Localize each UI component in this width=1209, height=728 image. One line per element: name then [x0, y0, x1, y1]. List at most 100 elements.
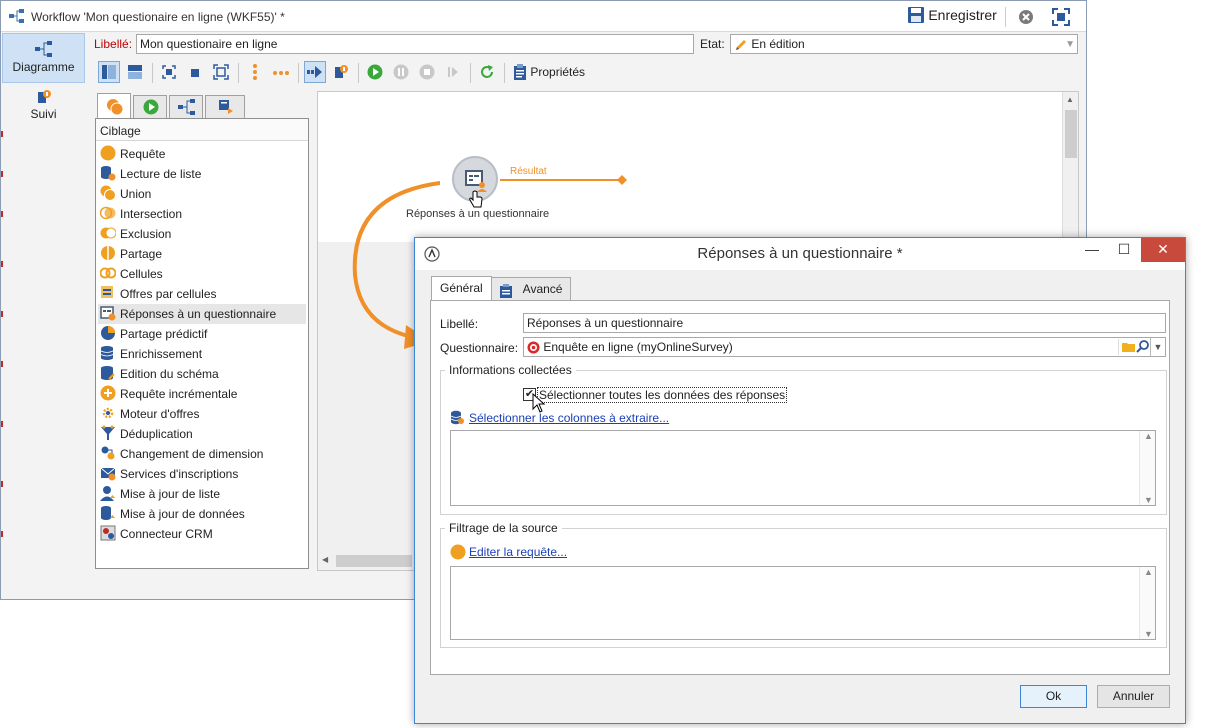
refresh-button[interactable] — [476, 61, 498, 83]
targeting-icon — [107, 99, 124, 116]
columns-textarea[interactable]: ▲ ▼ — [450, 430, 1156, 506]
palette-item[interactable]: Connecteur CRM — [98, 524, 306, 544]
scroll-thumb[interactable] — [336, 555, 412, 567]
logs-button[interactable] — [330, 61, 352, 83]
palette-item[interactable]: Moteur d'offres — [98, 404, 306, 424]
select-columns-link[interactable]: Sélectionner les colonnes à extraire... — [469, 411, 669, 425]
chevron-down-icon[interactable]: ▼ — [1065, 37, 1075, 52]
survey-target-icon — [527, 341, 540, 354]
read-list-icon — [100, 165, 116, 181]
folder-icon[interactable] — [1118, 339, 1135, 355]
tab-flow-control[interactable] — [133, 95, 167, 118]
state-select[interactable]: En édition ▼ — [730, 34, 1078, 54]
step-forward-icon — [448, 67, 458, 77]
palette-item-label: Services d'inscriptions — [120, 467, 239, 481]
vertical-align-button[interactable] — [244, 61, 266, 83]
incremental-query-icon — [100, 385, 116, 401]
palette-item[interactable]: Cellules — [98, 264, 306, 284]
stop-button[interactable] — [416, 61, 438, 83]
palette-item[interactable]: Mise à jour de liste — [98, 484, 306, 504]
zoom-reset-button[interactable] — [184, 61, 206, 83]
palette-item-label: Offres par cellules — [120, 287, 217, 301]
scroll-up-icon[interactable]: ▲ — [1144, 567, 1153, 577]
palette-item[interactable]: Partage prédictif — [98, 324, 306, 344]
stop-icon — [419, 64, 435, 80]
chevron-down-icon[interactable]: ▼ — [1150, 338, 1165, 356]
scroll-down-icon[interactable]: ▼ — [1144, 629, 1153, 639]
palette-item[interactable]: Services d'inscriptions — [98, 464, 306, 484]
nav-tracking[interactable]: Suivi — [2, 87, 85, 127]
maximize-icon[interactable] — [1052, 8, 1070, 26]
state-caption: Etat: — [700, 37, 725, 51]
tab-advanced[interactable]: Avancé — [491, 277, 572, 301]
palette-item[interactable]: Intersection — [98, 204, 306, 224]
properties-button[interactable]: Propriétés — [513, 64, 585, 82]
zoom-in-button[interactable] — [210, 61, 232, 83]
minimize-icon[interactable]: — — [1077, 238, 1107, 262]
transition-end-diamond[interactable] — [616, 174, 628, 186]
palette-item[interactable]: Changement de dimension — [98, 444, 306, 464]
zoom-fit-button[interactable] — [158, 61, 180, 83]
horizontal-align-button[interactable] — [270, 61, 292, 83]
toolbar-separator — [358, 63, 359, 83]
edit-query-link[interactable]: Editer la requête... — [469, 545, 567, 559]
label-input[interactable]: Mon questionaire en ligne — [136, 34, 694, 54]
palette-item[interactable]: Lecture de liste — [98, 164, 306, 184]
scroll-down-icon[interactable]: ▼ — [1144, 495, 1153, 505]
query-textarea[interactable]: ▲ ▼ — [450, 566, 1156, 640]
scroll-thumb[interactable] — [1065, 110, 1077, 158]
scroll-up-icon[interactable]: ▲ — [1066, 95, 1074, 104]
tab-general-label: Général — [440, 281, 483, 295]
pause-button[interactable] — [390, 61, 412, 83]
palette-item-label: Intersection — [120, 207, 183, 221]
zoom-expand-icon — [213, 64, 229, 80]
questionnaire-input[interactable]: Enquête en ligne (myOnlineSurvey) ▼ — [523, 337, 1166, 357]
palette-item[interactable]: Enrichissement — [98, 344, 306, 364]
title-separator — [1005, 7, 1006, 27]
deduplication-icon — [100, 425, 116, 441]
tab-actions[interactable] — [169, 95, 203, 118]
palette-item[interactable]: Union — [98, 184, 306, 204]
ok-button[interactable]: Ok — [1020, 685, 1087, 708]
layout-vertical-button[interactable] — [98, 61, 120, 83]
transitions-button[interactable] — [304, 61, 326, 83]
palette-item[interactable]: Partage — [98, 244, 306, 264]
layout-horizontal-button[interactable] — [124, 61, 146, 83]
textarea-scrollbar[interactable]: ▲ ▼ — [1139, 567, 1155, 639]
save-button[interactable]: Enregistrer — [907, 6, 997, 28]
tab-events[interactable] — [205, 95, 245, 118]
palette-item[interactable]: Offres par cellules — [98, 284, 306, 304]
palette-item[interactable]: Edition du schéma — [98, 364, 306, 384]
enrichment-icon — [100, 345, 116, 361]
scroll-left-icon[interactable]: ◀ — [322, 555, 328, 564]
scroll-up-icon[interactable]: ▲ — [1144, 431, 1153, 441]
canvas-horizontal-scrollbar[interactable]: ◀ — [318, 552, 418, 570]
offer-engine-icon — [100, 405, 116, 421]
palette-header: Ciblage — [96, 119, 308, 141]
palette-item[interactable]: Requête incrémentale — [98, 384, 306, 404]
dots-horizontal-icon — [273, 71, 289, 75]
palette-item[interactable]: Requête — [98, 144, 306, 164]
tab-targeting[interactable] — [97, 93, 131, 118]
select-all-label[interactable]: Sélectionner toutes les données des répo… — [537, 387, 788, 403]
step-button[interactable] — [442, 61, 464, 83]
activity-palette: Ciblage Requête Lecture de liste Union Inte… — [95, 118, 309, 569]
activity-label-input[interactable]: Réponses à un questionnaire — [523, 313, 1166, 333]
tab-general[interactable]: Général — [431, 276, 492, 302]
search-icon[interactable] — [1135, 339, 1151, 355]
start-button[interactable] — [364, 61, 386, 83]
palette-item[interactable]: Exclusion — [98, 224, 306, 244]
window-title-bar: Workflow 'Mon questionaire en ligne (WKF… — [1, 1, 1086, 32]
palette-item-label: Enrichissement — [120, 347, 203, 361]
questionnaire-caption: Questionnaire: — [440, 341, 519, 355]
palette-item[interactable]: Réponses à un questionnaire — [98, 304, 306, 324]
nav-diagram[interactable]: Diagramme — [2, 33, 85, 83]
maximize-window-icon[interactable]: ☐ — [1109, 238, 1139, 262]
close-icon[interactable]: ✕ — [1141, 238, 1185, 262]
close-circle-icon[interactable] — [1018, 9, 1034, 25]
label-caption: Libellé: — [94, 37, 133, 51]
palette-item[interactable]: Mise à jour de données — [98, 504, 306, 524]
palette-item[interactable]: Déduplication — [98, 424, 306, 444]
textarea-scrollbar[interactable]: ▲ ▼ — [1139, 431, 1155, 505]
cancel-button[interactable]: Annuler — [1097, 685, 1170, 708]
